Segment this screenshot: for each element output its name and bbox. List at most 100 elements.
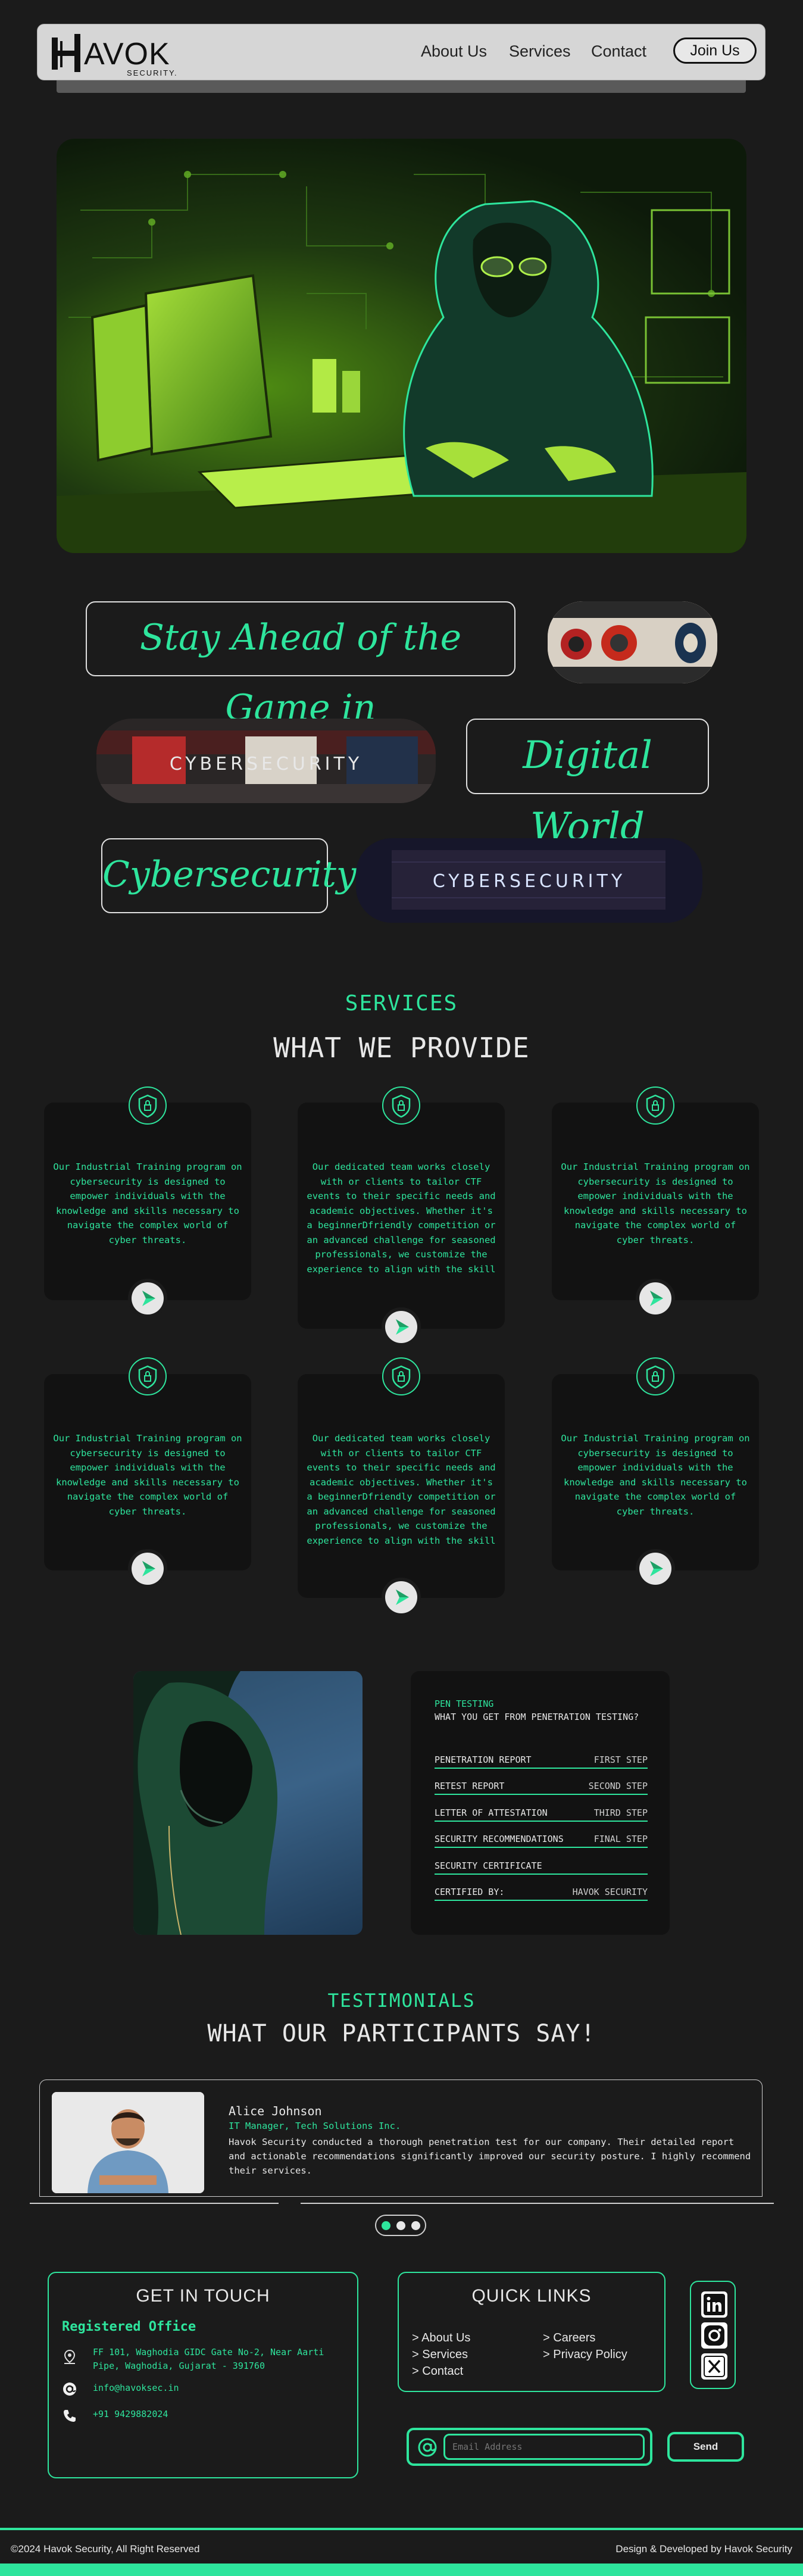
x-icon[interactable] <box>701 2353 727 2380</box>
carousel-dot[interactable] <box>382 2221 390 2230</box>
pen-deliverable-row: LETTER OF ATTESTATION THIRD STEP <box>435 1804 648 1822</box>
service-card: Our Industrial Training program on cyber… <box>44 1374 251 1570</box>
service-more-button[interactable] <box>636 1549 675 1588</box>
pen-deliverable-label: LETTER OF ATTESTATION <box>435 1807 548 1818</box>
services-kicker: SERVICES <box>345 991 458 1016</box>
testimonial-divider <box>301 2203 774 2204</box>
quick-link-about[interactable]: > About Us <box>412 2331 470 2345</box>
office-address: FF 101, Waghodia GIDC Gate No-2, Near Aa… <box>93 2347 324 2371</box>
cybersecurity-banner: CYBERSECURITY <box>96 719 436 803</box>
newsletter-form <box>407 2428 652 2466</box>
hooded-figure-illustration <box>133 1671 278 1935</box>
shield-icon <box>636 1086 674 1125</box>
tagline-banner-art-3: CYBERSECURITY <box>356 838 702 923</box>
instagram-icon[interactable] <box>701 2322 727 2349</box>
nav-link-services[interactable]: Services <box>509 42 571 61</box>
copyright-text: ©2024 Havok Security, All Right Reserved <box>11 2543 200 2555</box>
service-card-text: Our Industrial Training program on cyber… <box>53 1433 242 1517</box>
quick-link-label: Careers <box>553 2331 596 2344</box>
quick-link-label: About Us <box>421 2331 471 2344</box>
tagline-banner-art-2: CYBERSECURITY <box>96 719 436 803</box>
hero-image <box>57 139 746 553</box>
at-sign-icon <box>63 2383 76 2396</box>
pen-testing-panel: PEN TESTING WHAT YOU GET FROM PENETRATIO… <box>411 1671 670 1935</box>
tagline-line-1: Stay Ahead of the Game in <box>86 601 515 729</box>
quick-link-careers[interactable]: > Careers <box>543 2331 595 2345</box>
certified-value: HAVOK SECURITY <box>572 1887 648 1897</box>
quick-link-privacy[interactable]: > Privacy Policy <box>543 2348 627 2362</box>
quick-link-label: Services <box>422 2348 468 2361</box>
pen-deliverable-row: PENETRATION REPORT FIRST STEP <box>435 1751 648 1769</box>
service-more-button[interactable] <box>128 1549 167 1588</box>
testimonial-card: Alice Johnson IT Manager, Tech Solutions… <box>39 2079 763 2197</box>
testimonial-role: IT Manager, Tech Solutions Inc. <box>229 2121 401 2131</box>
tagline-line-2: Digital World <box>466 719 709 849</box>
pen-deliverable-label: SECURITY RECOMMENDATIONS <box>435 1834 564 1844</box>
pen-deliverable-row: SECURITY CERTIFICATE <box>435 1857 648 1875</box>
nav-link-contact[interactable]: Contact <box>591 42 646 61</box>
pen-testing-kicker: PEN TESTING <box>435 1698 494 1709</box>
tagline-line-3: Cybersecurity <box>101 838 357 913</box>
banner-text-1: CYBERSECURITY <box>170 754 363 775</box>
service-card-text: Our Industrial Training program on cyber… <box>561 1161 750 1245</box>
join-us-button[interactable]: Join Us <box>673 38 757 64</box>
carousel-dot[interactable] <box>411 2221 420 2230</box>
footer-accent-band <box>0 2563 803 2576</box>
banner-text-2: CYBERSECURITY <box>433 871 626 892</box>
service-more-button[interactable] <box>128 1279 167 1318</box>
certified-row: CERTIFIED BY: HAVOK SECURITY <box>435 1883 648 1901</box>
nav-link-about[interactable]: About Us <box>421 42 487 61</box>
pen-deliverable-label: SECURITY CERTIFICATE <box>435 1860 542 1871</box>
pen-deliverable-step: SECOND STEP <box>588 1781 648 1791</box>
service-more-button[interactable] <box>382 1578 421 1617</box>
credit-text: Design & Developed by Havok Security <box>615 2543 792 2555</box>
testimonial-divider <box>30 2203 279 2204</box>
arrow-icon <box>639 1553 671 1585</box>
testimonial-quote: Havok Security conducted a thorough pene… <box>229 2137 751 2176</box>
service-card-text: Our Industrial Training program on cyber… <box>53 1161 242 1245</box>
tagline-banner-art-1 <box>548 601 717 683</box>
carousel-dot[interactable] <box>396 2221 405 2230</box>
hooded-figure-image <box>133 1671 363 1935</box>
pen-deliverable-step: THIRD STEP <box>593 1807 648 1818</box>
person-illustration <box>52 2092 204 2193</box>
brand-subtitle: SECURITY. <box>127 68 178 77</box>
newsletter-email-input[interactable] <box>443 2434 645 2460</box>
certified-label: CERTIFIED BY: <box>435 1887 505 1897</box>
pen-deliverable-step: FINAL STEP <box>593 1834 648 1844</box>
service-card-text: Our Industrial Training program on cyber… <box>561 1433 750 1517</box>
testimonial-photo <box>52 2092 204 2193</box>
quick-link-contact[interactable]: > Contact <box>412 2365 463 2378</box>
brand-logo[interactable]: AVOK SECURITY. <box>51 33 193 77</box>
service-card: Our dedicated team works closely with or… <box>298 1103 505 1329</box>
service-card: Our dedicated team works closely with or… <box>298 1374 505 1598</box>
carousel-pagination <box>375 2215 426 2236</box>
shield-icon <box>382 1086 420 1125</box>
service-card-text: Our dedicated team works closely with or… <box>307 1161 496 1275</box>
testimonials-title: WHAT OUR PARTICIPANTS SAY! <box>207 2020 596 2047</box>
navbar: AVOK SECURITY. About Us Services Contact… <box>37 24 765 80</box>
arrow-icon <box>385 1311 417 1343</box>
linkedin-icon[interactable] <box>701 2291 727 2318</box>
shield-icon <box>129 1357 167 1395</box>
quick-link-services[interactable]: > Services <box>412 2348 468 2362</box>
newsletter-send-button[interactable]: Send <box>667 2432 744 2462</box>
quick-links-title: QUICK LINKS <box>471 2286 592 2306</box>
testimonials-kicker: TESTIMONIALS <box>327 1990 476 2012</box>
contact-email-link[interactable]: info@havoksec.in <box>93 2381 179 2395</box>
shield-icon <box>129 1086 167 1125</box>
quick-link-label: Privacy Policy <box>553 2348 627 2361</box>
service-more-button[interactable] <box>636 1279 675 1318</box>
arrow-icon <box>385 1581 417 1613</box>
contact-phone-link[interactable]: +91 9429882024 <box>93 2408 168 2421</box>
contact-title: GET IN TOUCH <box>136 2286 270 2306</box>
services-title: WHAT WE PROVIDE <box>273 1032 530 1064</box>
at-sign-icon <box>418 2438 437 2457</box>
phone-icon <box>64 2410 76 2422</box>
arrow-icon <box>639 1282 671 1314</box>
service-card: Our Industrial Training program on cyber… <box>44 1103 251 1300</box>
service-more-button[interactable] <box>382 1307 421 1347</box>
service-card: Our Industrial Training program on cyber… <box>552 1103 759 1300</box>
office-label: Registered Office <box>62 2319 196 2334</box>
pen-deliverable-row: RETEST REPORT SECOND STEP <box>435 1777 648 1795</box>
